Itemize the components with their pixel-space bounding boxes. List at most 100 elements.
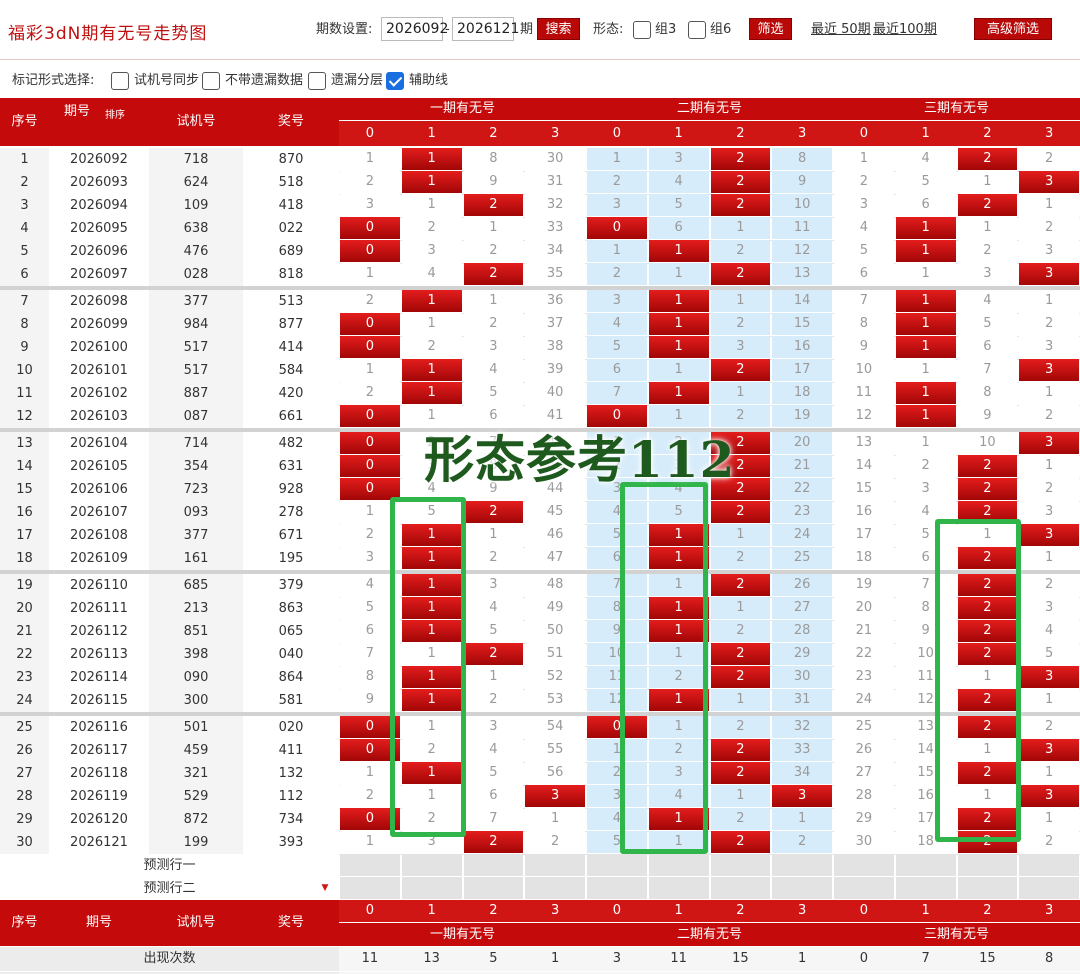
miss-layer-checkbox[interactable] [308,72,326,90]
trend-cell-g1-d1: 4 [401,263,462,285]
footer-trial: 试机号 [149,900,243,946]
predict-cell[interactable] [648,877,709,899]
trend-cell-g1-d3: 53 [525,689,585,711]
predict-cell[interactable] [525,854,585,876]
predict-cell[interactable] [340,877,400,899]
row-seq: 13 [0,432,49,455]
header-digit: 2 [462,121,525,146]
header-digit: 3 [524,121,586,146]
predict-cell[interactable] [957,854,1018,876]
trend-cell-g2-d3: 3 [772,785,832,807]
trend-cell-g3-d3: 2 [1019,148,1079,170]
predict-cell[interactable] [587,877,647,899]
recent50-link[interactable]: 最近 50期 [811,18,871,42]
row-trial: 213 [149,597,243,620]
row-seq: 9 [0,336,49,359]
trend-cell-g2-d2: 1 [710,524,771,546]
trend-cell-g1-d2: 7 [463,808,524,830]
predict-cell[interactable] [525,877,585,899]
trend-cell-g3-d0: 22 [834,643,894,665]
trend-cell-g3-d0: 16 [834,501,894,523]
predict-row-one[interactable]: 预测行一 [0,854,339,877]
trend-cell-g1-d3: 36 [525,290,585,312]
predict-cell[interactable] [401,877,462,899]
trend-cell-g1-d2: 5 [463,620,524,642]
trend-cell-g3-d1: 6 [895,194,956,216]
trend-cell-g3-d3: 3 [1019,524,1079,546]
predict-cell[interactable] [340,854,400,876]
row-trial: 685 [149,574,243,597]
predict-cell[interactable] [772,854,832,876]
trend-cell-g2-d3: 2 [772,831,832,853]
trial-sync-checkbox[interactable] [111,72,129,90]
period-to-input[interactable]: 2026121 [452,17,519,41]
row-seq: 11 [0,382,49,405]
trend-cell-g1-d2: 1 [463,290,524,312]
footer-digit: 2 [956,900,1019,922]
predict-cell[interactable] [710,854,771,876]
trend-cell-g1-d3: 30 [525,148,585,170]
group6-checkbox[interactable] [688,21,706,39]
predict-cell[interactable] [463,877,524,899]
trend-cell-g1-d0: 3 [340,194,400,216]
trend-cell-g2-d2: 2 [710,666,771,688]
predict-cell[interactable] [648,854,709,876]
trend-cell-g2-d2: 2 [710,808,771,830]
group3-checkbox[interactable] [633,21,651,39]
predict-cell[interactable] [710,877,771,899]
count-cell: 3 [586,947,648,971]
header-digit: 1 [647,121,710,146]
row-seq: 4 [0,217,49,240]
search-button[interactable]: 搜索 [537,18,580,40]
filter-button[interactable]: 筛选 [749,18,792,40]
aux-line-checkbox[interactable] [386,72,404,90]
row-trial: 398 [149,643,243,666]
row-trial: 377 [149,290,243,313]
footer-digit: 0 [833,900,895,922]
row-issue: 2026093 [49,171,149,194]
predict-cell[interactable] [895,854,956,876]
trend-cell-g1-d3: 48 [525,574,585,596]
predict-cell[interactable] [834,877,894,899]
predict-cell[interactable] [1019,854,1079,876]
trend-cell-g2-d3: 30 [772,666,832,688]
dropdown-arrow-icon[interactable]: ▼ [318,880,332,896]
no-miss-checkbox[interactable] [202,72,220,90]
predict-cell[interactable] [772,877,832,899]
row-issue: 2026113 [49,643,149,666]
trend-cell-g3-d0: 7 [834,290,894,312]
predict-cell[interactable] [957,877,1018,899]
trend-cell-g2-d1: 1 [648,240,709,262]
predict-cell[interactable] [587,854,647,876]
trend-cell-g3-d3: 3 [1019,263,1079,285]
trend-cell-g3-d1: 1 [895,432,956,454]
trend-cell-g2-d3: 24 [772,524,832,546]
trend-cell-g3-d2: 1 [957,217,1018,239]
sort-toggle[interactable]: 排序 [100,108,130,124]
predict-cell[interactable] [401,854,462,876]
predict-cell[interactable] [1019,877,1079,899]
group6-label: 组6 [710,22,732,37]
period-unit: 期 [520,22,534,37]
predict-cell[interactable] [463,854,524,876]
predict-cell[interactable] [895,877,956,899]
predict-row-two[interactable]: 预测行二 [0,877,339,900]
trend-cell-g3-d3: 1 [1019,382,1079,404]
trend-cell-g2-d3: 1 [772,808,832,830]
footer-digit: 1 [894,900,957,922]
recent100-link[interactable]: 最近100期 [873,18,937,42]
period-from-input[interactable]: 2026092 [381,17,448,41]
count-cell: 0 [833,947,895,971]
trend-cell-g1-d1: 3 [401,240,462,262]
row-seq: 26 [0,739,49,762]
predict-cell[interactable] [834,854,894,876]
advanced-filter-button[interactable]: 高级筛选 [974,18,1052,40]
period-label: 期数设置: [316,22,373,37]
trend-cell-g3-d2: 5 [957,313,1018,335]
trend-cell-g2-d3: 32 [772,716,832,738]
trend-cell-g2-d3: 26 [772,574,832,596]
trend-cell-g2-d3: 23 [772,501,832,523]
row-trial: 718 [149,148,243,171]
trend-cell-g2-d1: 1 [648,313,709,335]
trend-cell-g3-d2: 3 [957,263,1018,285]
